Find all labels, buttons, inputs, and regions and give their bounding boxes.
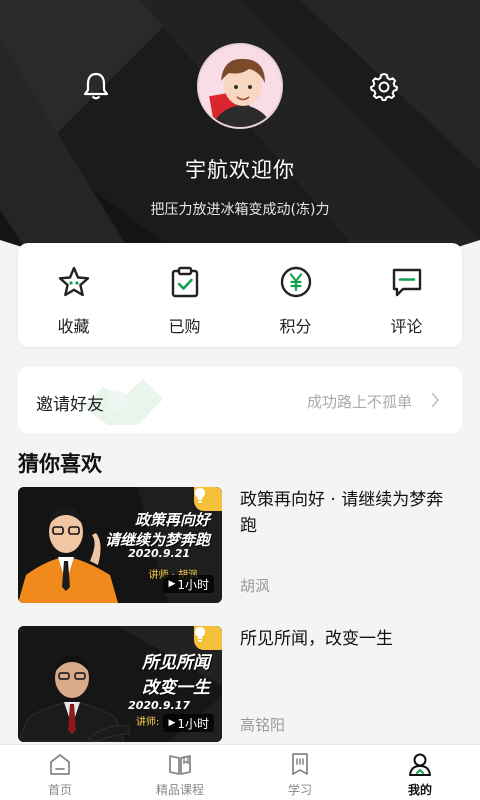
course-title: 政策再向好 · 请继续为梦奔跑 bbox=[240, 490, 444, 536]
duration-text: 1小时 bbox=[177, 577, 209, 592]
quick-action-label: 积分 bbox=[279, 317, 312, 336]
quick-action-purchased[interactable]: 已购 bbox=[129, 243, 240, 347]
thumbnail-title-line2: 改变一生 bbox=[142, 678, 210, 698]
quick-action-favorites[interactable]: 收藏 bbox=[18, 243, 129, 347]
course-author: 胡沨 bbox=[240, 577, 271, 595]
avatar[interactable] bbox=[197, 43, 283, 129]
quick-action-label: 评论 bbox=[390, 317, 423, 336]
lightbulb-icon bbox=[195, 488, 205, 503]
invite-title: 邀请好友 bbox=[36, 395, 104, 415]
tab-label: 首页 bbox=[47, 783, 72, 797]
play-icon: ▶ bbox=[168, 579, 176, 589]
thumbnail-date: 2020.9.17 bbox=[128, 699, 190, 712]
purchased-clipboard-icon bbox=[171, 266, 198, 298]
gear-icon bbox=[370, 73, 398, 101]
tab-study[interactable]: 学习 bbox=[240, 745, 360, 800]
duration-badge: ▶ 1小时 bbox=[163, 714, 214, 732]
tab-label: 学习 bbox=[287, 783, 312, 797]
course-author: 高铭阳 bbox=[240, 716, 286, 734]
invite-hint: 成功路上不孤单 bbox=[306, 393, 412, 411]
course-card[interactable]: 所见所闻 改变一生 2020.9.17 讲师: ▶ 1小时 所见所闻，改变一生 … bbox=[18, 626, 462, 742]
star-icon bbox=[58, 266, 89, 297]
tab-home[interactable]: 首页 bbox=[0, 745, 120, 800]
quick-actions-card: 收藏 已购 积分 评论 bbox=[18, 243, 462, 347]
course-thumbnail: 政策再向好 请继续为梦奔跑 2020.9.21 讲师 · 胡沨 ▶ 1小时 bbox=[18, 487, 222, 603]
course-title: 所见所闻，改变一生 bbox=[240, 629, 393, 649]
comment-icon bbox=[392, 268, 421, 297]
quick-action-label: 收藏 bbox=[57, 317, 90, 336]
bottom-tab-bar: 首页 精品课程 学习 我的 bbox=[0, 744, 480, 800]
course-thumbnail: 所见所闻 改变一生 2020.9.17 讲师: ▶ 1小时 bbox=[18, 626, 222, 742]
play-icon: ▶ bbox=[168, 718, 176, 728]
notification-button[interactable] bbox=[76, 66, 116, 106]
duration-text: 1小时 bbox=[177, 716, 209, 731]
study-bookmark-icon bbox=[292, 753, 308, 775]
profile-icon bbox=[409, 753, 431, 776]
thumbnail-lecturer: 讲师: bbox=[136, 717, 160, 728]
home-icon bbox=[50, 754, 70, 775]
invite-friends-banner[interactable]: 邀请好友 成功路上不孤单 bbox=[18, 367, 462, 433]
quick-action-label: 已购 bbox=[168, 317, 201, 336]
lightbulb-icon bbox=[195, 627, 205, 642]
avatar-illustration bbox=[199, 45, 281, 127]
lightbulb-badge bbox=[194, 626, 222, 650]
tab-label: 我的 bbox=[407, 783, 432, 797]
quick-action-points[interactable]: 积分 bbox=[240, 243, 351, 347]
thumbnail-title-line1: 政策再向好 bbox=[134, 511, 210, 529]
username: 宇航欢迎你 bbox=[185, 158, 295, 182]
recommend-section-title: 猜你喜欢 bbox=[18, 452, 102, 476]
tab-mine[interactable]: 我的 bbox=[360, 745, 480, 800]
duration-badge: ▶ 1小时 bbox=[163, 575, 214, 593]
book-icon bbox=[169, 755, 191, 775]
chevron-right-icon bbox=[431, 392, 440, 408]
tab-courses[interactable]: 精品课程 bbox=[120, 745, 240, 800]
user-signature: 把压力放进冰箱变成动(冻)力 bbox=[150, 202, 330, 218]
course-card[interactable]: 政策再向好 请继续为梦奔跑 2020.9.21 讲师 · 胡沨 ▶ 1小时 政策… bbox=[18, 487, 462, 603]
thumbnail-date: 2020.9.21 bbox=[128, 547, 190, 560]
lightbulb-badge bbox=[194, 487, 222, 511]
quick-action-comments[interactable]: 评论 bbox=[351, 243, 462, 347]
tab-label: 精品课程 bbox=[155, 783, 204, 797]
bell-icon bbox=[83, 72, 109, 100]
yuan-points-icon bbox=[280, 266, 311, 298]
thumbnail-title-line1: 所见所闻 bbox=[142, 653, 210, 673]
settings-button[interactable] bbox=[364, 66, 404, 106]
